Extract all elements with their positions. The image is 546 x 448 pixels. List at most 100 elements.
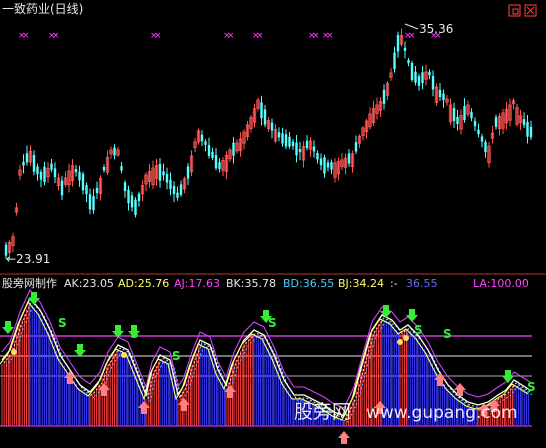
signal-s-label: S xyxy=(58,316,67,330)
candle-body xyxy=(32,154,36,172)
candle-body xyxy=(452,108,456,121)
candle-body xyxy=(456,116,459,124)
candle-body xyxy=(354,142,358,152)
sell-arrow-icon xyxy=(2,321,14,334)
candle-body xyxy=(330,162,333,170)
candle-body xyxy=(316,153,319,160)
candle-body xyxy=(162,171,165,176)
candle-body xyxy=(85,185,88,195)
candle-body xyxy=(281,133,284,144)
candle-body xyxy=(92,196,95,211)
candle-body xyxy=(407,60,410,64)
indicator-value-la: LA:100.00 xyxy=(473,277,529,290)
candle-body xyxy=(477,129,480,135)
candle-body xyxy=(305,140,309,149)
restore-icon-inner xyxy=(512,8,519,15)
candle-body xyxy=(312,146,316,152)
candle-body xyxy=(74,168,78,173)
candle-body xyxy=(134,199,137,215)
candle-body xyxy=(298,149,302,153)
candle-body xyxy=(473,120,477,127)
candle-body xyxy=(158,163,162,181)
indicator-value-bj: BJ:34.24 xyxy=(338,277,384,290)
indicator-value-sep: :- xyxy=(390,277,398,290)
candle-body xyxy=(288,136,291,147)
chart-title: 一致药业(日线) xyxy=(2,2,83,16)
candle-body xyxy=(169,179,172,189)
candle-body xyxy=(88,194,92,210)
candle-body xyxy=(165,174,169,183)
signal-marker: × xyxy=(154,31,162,41)
stock-chart[interactable]: 一致药业(日线) ×× ×× ×× ×× ×× ×× ×× ×× ×× 35.36 ←23.91… xyxy=(0,0,546,448)
candle-body xyxy=(442,93,445,101)
candle-body xyxy=(127,189,130,204)
candle-body xyxy=(113,147,116,156)
candle-body xyxy=(36,166,39,175)
sell-arrow-icon xyxy=(74,344,86,357)
candle-body xyxy=(43,166,46,183)
candle-body xyxy=(277,132,281,138)
candle-body xyxy=(414,71,417,83)
candle-body xyxy=(263,109,267,125)
candle-body xyxy=(295,142,298,156)
candle-body xyxy=(179,184,183,195)
candle-body xyxy=(78,171,81,181)
candle-body xyxy=(494,117,498,127)
candle-body xyxy=(484,141,487,153)
candle-body xyxy=(396,35,400,52)
candle-body xyxy=(60,180,64,196)
candle-body xyxy=(218,162,221,170)
candle-body xyxy=(95,187,99,193)
candle-body xyxy=(207,145,211,156)
indicator-value-x: 36.55 xyxy=(406,277,438,290)
indicator-value-ak: AK:23.05 xyxy=(64,277,114,290)
sell-arrow-icon xyxy=(502,370,514,383)
indicator-name: 股旁网制作 xyxy=(2,276,57,290)
candle-body xyxy=(480,136,484,142)
candle-body xyxy=(50,163,53,170)
indicator-value-ad: AD:25.76 xyxy=(118,277,169,290)
candle-body xyxy=(137,193,141,202)
high-label-pointer xyxy=(404,23,419,30)
candle-body xyxy=(438,89,442,97)
signal-s-label: S xyxy=(268,316,277,330)
candle-body xyxy=(270,122,274,131)
candle-body xyxy=(22,161,25,166)
candlestick-series xyxy=(4,28,533,260)
signal-marker: × xyxy=(312,31,320,41)
signal-s-label: S xyxy=(443,327,452,341)
watermark-url: www.gupang.com xyxy=(366,403,518,423)
candle-body xyxy=(130,195,134,208)
signal-dot xyxy=(11,349,17,355)
signal-s-label: S xyxy=(172,349,181,363)
candle-body xyxy=(431,75,435,90)
candle-body xyxy=(123,182,127,192)
candle-body xyxy=(421,72,424,84)
candle-body xyxy=(39,171,43,180)
high-price-label: 35.36 xyxy=(419,22,453,36)
candle-body xyxy=(319,158,323,166)
signal-dot xyxy=(121,352,127,358)
indicator-value-bd: BD:36.55 xyxy=(283,277,334,290)
signal-marker: × xyxy=(408,31,416,41)
candle-body xyxy=(326,162,330,168)
signal-marker: × xyxy=(326,31,334,41)
window-controls xyxy=(508,4,537,17)
signal-markers-row: ×× ×× ×× ×× ×× ×× ×× ×× ×× xyxy=(18,31,442,41)
candle-body xyxy=(529,126,533,138)
close-icon[interactable] xyxy=(524,4,537,17)
candle-body xyxy=(284,134,288,147)
candle-body xyxy=(232,142,235,156)
candle-body xyxy=(204,141,207,145)
indicator-value-bk: BK:35.78 xyxy=(226,277,276,290)
candle-body xyxy=(470,111,473,119)
sell-arrow-icon xyxy=(406,309,418,322)
candle-body xyxy=(25,153,29,163)
candle-body xyxy=(172,185,176,195)
signal-marker: × xyxy=(52,31,60,41)
candle-body xyxy=(428,72,431,76)
candle-body xyxy=(522,119,526,126)
signal-dot xyxy=(403,335,409,341)
candle-body xyxy=(214,155,218,169)
buy-arrow-icon xyxy=(338,431,350,444)
